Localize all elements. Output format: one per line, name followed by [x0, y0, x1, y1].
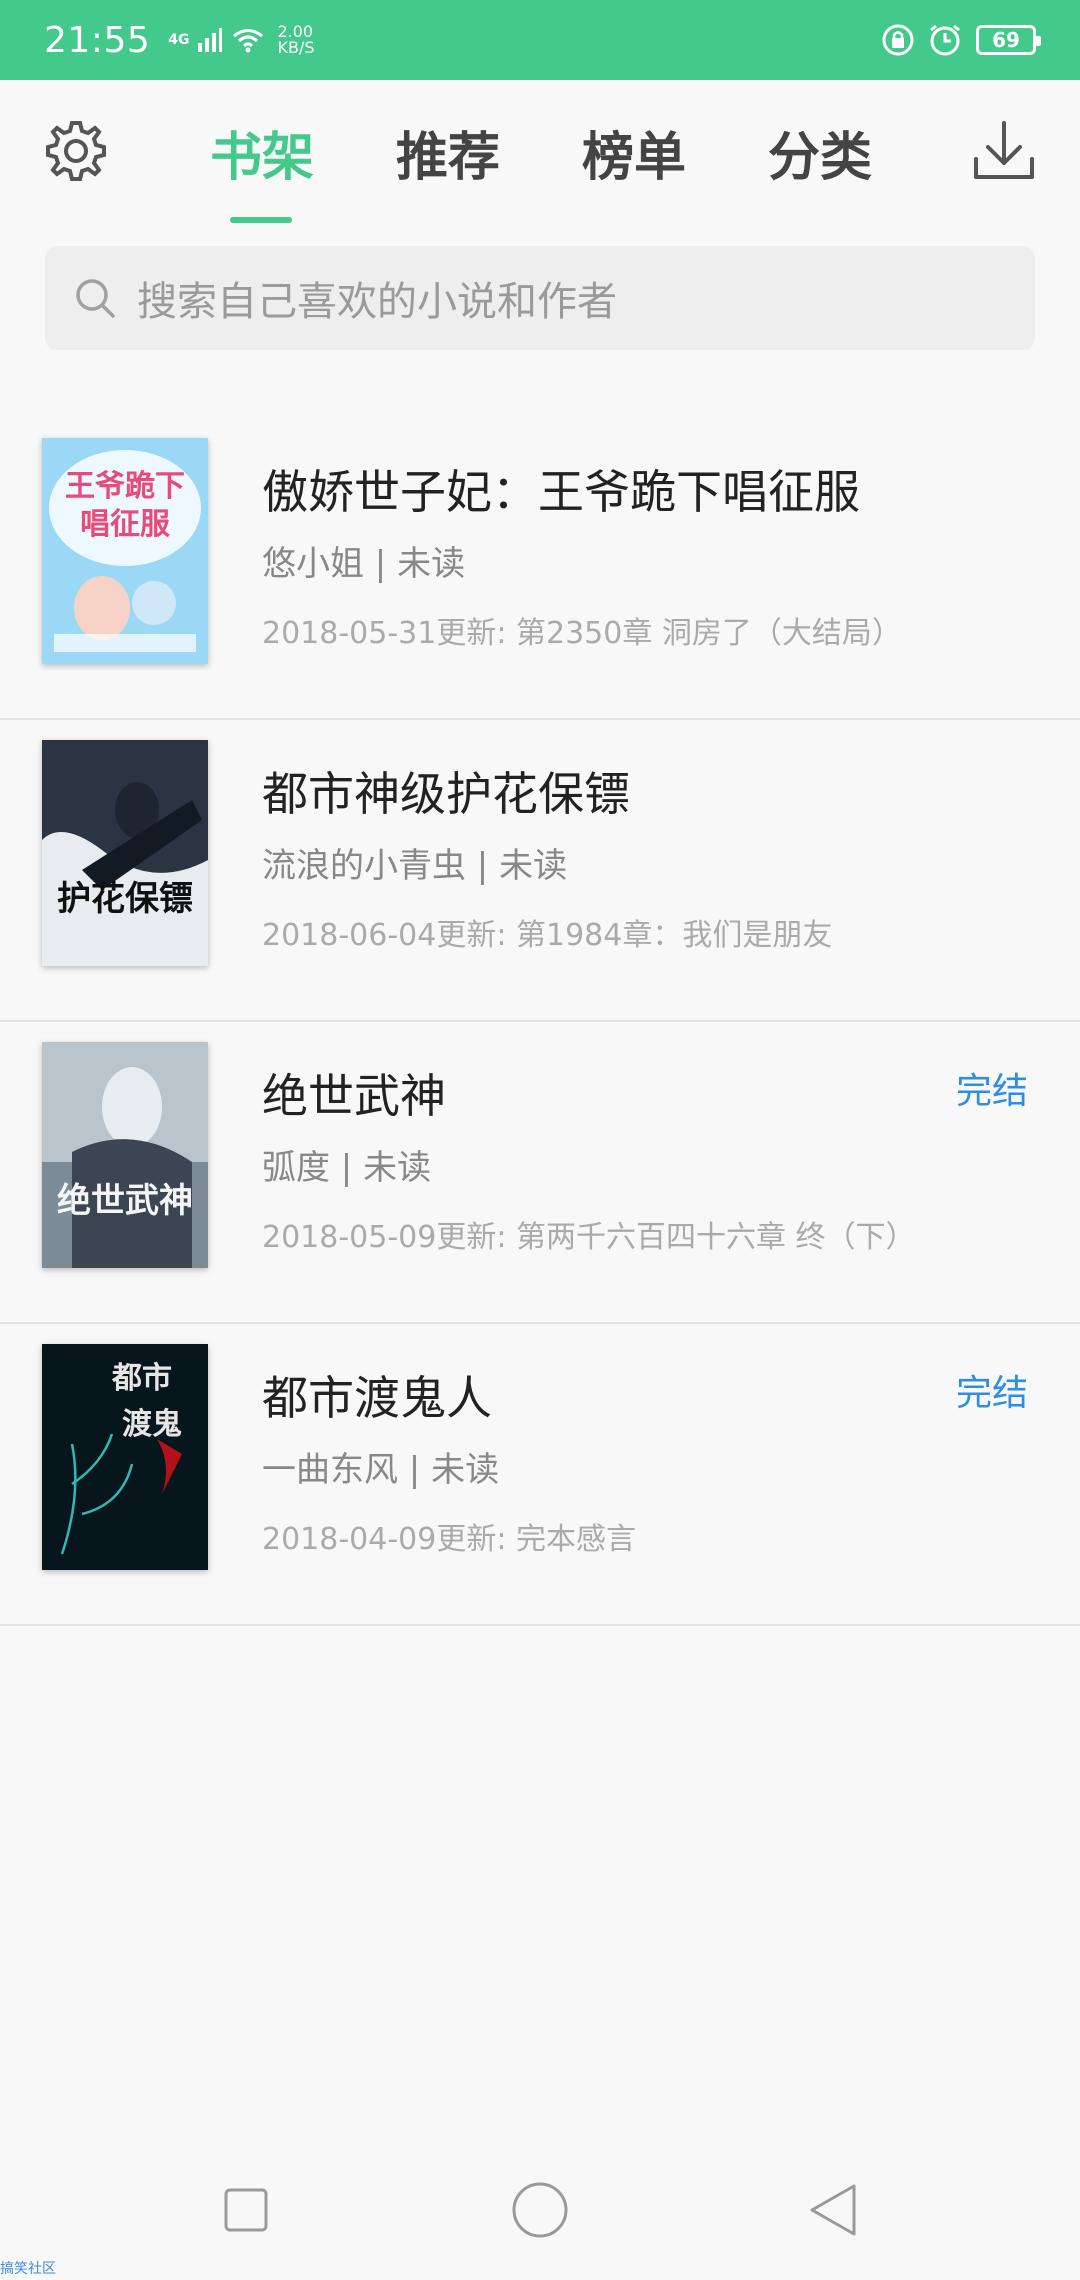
- svg-text:王爷跪下: 王爷跪下: [65, 469, 185, 504]
- book-update: 2018-06-04更新: 第1984章：我们是朋友: [262, 918, 833, 953]
- header: 书架 推荐 榜单 分类: [0, 80, 1080, 230]
- tab-category[interactable]: 分类: [768, 115, 872, 190]
- search-bar[interactable]: 搜索自己喜欢的小说和作者: [45, 246, 1035, 350]
- svg-text:护花保镖: 护花保镖: [57, 879, 193, 919]
- book-author-status: 悠小姐 | 未读: [262, 544, 466, 584]
- battery-indicator: 69: [976, 25, 1041, 55]
- signal-icon: [198, 28, 223, 52]
- active-tab-indicator: [230, 217, 292, 223]
- cover-image: 绝世武神: [42, 1042, 208, 1268]
- cover-image: 护花保镖: [42, 740, 208, 966]
- speed-unit: KB/S: [277, 38, 315, 57]
- book-item[interactable]: 护花保镖 都市神级护花保镖 流浪的小青虫 | 未读 2018-06-04更新: …: [0, 720, 1080, 1022]
- book-cover[interactable]: 都市 渡鬼: [42, 1344, 208, 1570]
- tab-bar: 书架 推荐 榜单 分类: [0, 80, 1080, 230]
- system-nav-bar: [0, 2160, 1080, 2260]
- cover-image: 都市 渡鬼: [42, 1344, 208, 1570]
- book-item[interactable]: 都市 渡鬼 都市渡鬼人 一曲东风 | 未读 2018-04-09更新: 完本感言…: [0, 1324, 1080, 1626]
- completed-badge: 完结: [955, 1373, 1028, 1414]
- book-title: 都市神级护花保镖: [262, 767, 630, 821]
- completed-badge: 完结: [955, 1071, 1028, 1112]
- book-update: 2018-05-31更新: 第2350章 洞房了（大结局）: [262, 616, 902, 651]
- cover-image: 王爷跪下 唱征服: [42, 438, 208, 664]
- svg-text:都市: 都市: [111, 1361, 172, 1396]
- alarm-icon: [930, 24, 960, 56]
- network-speed: 2.00 KB/S: [277, 24, 314, 56]
- battery-level: 69: [992, 28, 1020, 52]
- search-placeholder: 搜索自己喜欢的小说和作者: [137, 279, 617, 325]
- lock-icon: [882, 24, 914, 56]
- status-bar: 21:55 4G 2.00 KB/S 69: [0, 0, 1080, 80]
- book-title: 绝世武神: [262, 1069, 446, 1123]
- wifi-icon: [233, 29, 264, 53]
- tab-ranking[interactable]: 榜单: [582, 115, 686, 190]
- book-title: 都市渡鬼人: [262, 1371, 492, 1425]
- status-time: 21:55: [44, 19, 151, 61]
- home-icon[interactable]: [500, 2170, 580, 2250]
- back-icon[interactable]: [794, 2170, 874, 2250]
- tab-recommend[interactable]: 推荐: [396, 115, 500, 190]
- watermark: 搞笑社区: [0, 2261, 56, 2277]
- book-update: 2018-04-09更新: 完本感言: [262, 1522, 636, 1557]
- recent-apps-icon[interactable]: [206, 2170, 286, 2250]
- search-icon: [76, 279, 115, 318]
- book-update: 2018-05-09更新: 第两千六百四十六章 终（下）: [262, 1220, 916, 1255]
- svg-text:唱征服: 唱征服: [80, 507, 171, 542]
- book-cover[interactable]: 王爷跪下 唱征服: [42, 438, 208, 664]
- tab-bookshelf[interactable]: 书架: [210, 115, 314, 190]
- book-cover[interactable]: 绝世武神: [42, 1042, 208, 1268]
- book-item[interactable]: 绝世武神 绝世武神 弧度 | 未读 2018-05-09更新: 第两千六百四十六…: [0, 1022, 1080, 1324]
- book-author-status: 一曲东风 | 未读: [262, 1450, 500, 1490]
- book-title: 傲娇世子妃：王爷跪下唱征服: [262, 465, 860, 519]
- download-icon[interactable]: [968, 115, 1040, 187]
- svg-text:绝世武神: 绝世武神: [57, 1181, 193, 1221]
- book-cover[interactable]: 护花保镖: [42, 740, 208, 966]
- network-type: 4G: [168, 32, 190, 48]
- svg-text:渡鬼: 渡鬼: [122, 1407, 182, 1442]
- book-author-status: 流浪的小青虫 | 未读: [262, 846, 568, 886]
- book-author-status: 弧度 | 未读: [262, 1148, 432, 1188]
- book-item[interactable]: 王爷跪下 唱征服 傲娇世子妃：王爷跪下唱征服 悠小姐 | 未读 2018-05-…: [0, 418, 1080, 720]
